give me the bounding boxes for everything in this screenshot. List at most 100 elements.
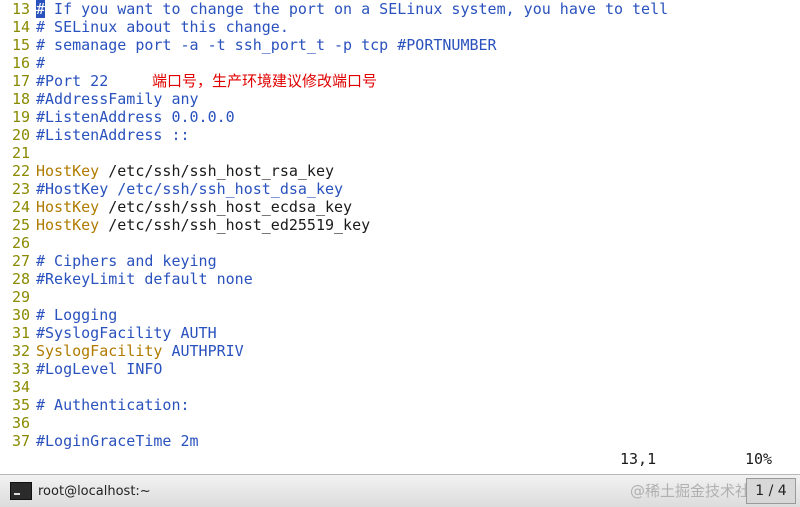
line-number: 24 (11, 198, 30, 216)
editor-line[interactable]: 35 # Authentication: (0, 396, 190, 414)
line-content: #RekeyLimit default none (36, 270, 253, 288)
line-number: 15 (11, 36, 30, 54)
taskbar-terminal-button[interactable]: root@localhost:~ (4, 479, 161, 503)
code-token: #AddressFamily any (36, 90, 199, 108)
vim-editor[interactable]: 13 # If you want to change the port on a … (0, 0, 800, 474)
line-content: #Port 22 (36, 72, 108, 90)
code-token: HostKey (36, 216, 100, 234)
line-content: #ListenAddress 0.0.0.0 (36, 108, 235, 126)
line-content: HostKey /etc/ssh/ssh_host_rsa_key (36, 162, 334, 180)
code-token: # semanage port -a -t ssh_port_t -p tcp … (36, 36, 497, 54)
editor-line[interactable]: 16 # (0, 54, 45, 72)
code-token: HostKey (36, 198, 100, 216)
editor-line[interactable]: 14 # SELinux about this change. (0, 18, 289, 36)
line-number: 14 (11, 18, 30, 36)
line-number: 28 (11, 270, 30, 288)
code-token: /etc/ssh/ssh_host_rsa_key (99, 162, 335, 180)
editor-line[interactable]: 31 #SyslogFacility AUTH (0, 324, 217, 342)
code-token: #ListenAddress :: (36, 126, 190, 144)
line-content: # Logging (36, 306, 117, 324)
line-number: 16 (11, 54, 30, 72)
line-number: 19 (11, 108, 30, 126)
code-token: HostKey (36, 162, 100, 180)
line-number: 33 (11, 360, 30, 378)
code-token: # SELinux about this change. (36, 18, 289, 36)
taskbar: root@localhost:~ @稀土掘金技术社区 1 / 4 (0, 474, 800, 507)
code-token: #RekeyLimit default none (36, 270, 253, 288)
editor-line[interactable]: 36 (0, 414, 36, 432)
editor-line[interactable]: 22 HostKey /etc/ssh/ssh_host_rsa_key (0, 162, 334, 180)
code-token: # Logging (36, 306, 118, 324)
code-token: # (36, 54, 46, 72)
editor-line[interactable]: 26 (0, 234, 36, 252)
line-number: 21 (11, 144, 30, 162)
line-number: 30 (11, 306, 30, 324)
line-content: HostKey /etc/ssh/ssh_host_ecdsa_key (36, 198, 352, 216)
line-number: 34 (11, 378, 30, 396)
line-number: 27 (11, 252, 30, 270)
line-number: 23 (11, 180, 30, 198)
editor-line[interactable]: 20 #ListenAddress :: (0, 126, 190, 144)
line-number: 25 (11, 216, 30, 234)
line-number: 35 (11, 396, 30, 414)
line-number: 17 (11, 72, 30, 90)
line-content: # SELinux about this change. (36, 18, 289, 36)
line-number: 29 (11, 288, 30, 306)
editor-line[interactable]: 17 #Port 22 (0, 72, 108, 90)
text-cursor: # (36, 0, 46, 18)
editor-line[interactable]: 13 # If you want to change the port on a … (0, 0, 668, 18)
line-number: 18 (11, 90, 30, 108)
code-token: #HostKey /etc/ssh/ssh_host_dsa_key (36, 180, 344, 198)
line-content: #LogLevel INFO (36, 360, 162, 378)
code-token: #Port 22 (36, 72, 109, 90)
line-content: SyslogFacility AUTHPRIV (36, 342, 244, 360)
line-content: #ListenAddress :: (36, 126, 190, 144)
code-token: SyslogFacility (36, 342, 163, 360)
port-annotation: 端口号，生产环境建议修改端口号 (152, 72, 378, 90)
editor-line[interactable]: 24 HostKey /etc/ssh/ssh_host_ecdsa_key (0, 198, 352, 216)
workspace-pager[interactable]: 1 / 4 (746, 478, 796, 504)
watermark: @稀土掘金技术社区 (630, 482, 766, 500)
line-content: #SyslogFacility AUTH (36, 324, 217, 342)
code-token: AUTHPRIV (162, 342, 244, 360)
code-token: # Ciphers and keying (36, 252, 217, 270)
vim-status-line: 13,1 10% (0, 448, 800, 470)
editor-line[interactable]: 32 SyslogFacility AUTHPRIV (0, 342, 244, 360)
editor-line[interactable]: 29 (0, 288, 36, 306)
code-token: # Authentication: (36, 396, 190, 414)
editor-line[interactable]: 30 # Logging (0, 306, 117, 324)
editor-line[interactable]: 27 # Ciphers and keying (0, 252, 217, 270)
code-token: #LogLevel INFO (36, 360, 163, 378)
editor-line[interactable]: 19 #ListenAddress 0.0.0.0 (0, 108, 235, 126)
editor-line[interactable]: 15 # semanage port -a -t ssh_port_t -p tc… (0, 36, 497, 54)
line-content: # semanage port -a -t ssh_port_t -p tcp … (36, 36, 497, 54)
code-token: #ListenAddress 0.0.0.0 (36, 108, 235, 126)
editor-line[interactable]: 23 #HostKey /etc/ssh/ssh_host_dsa_key (0, 180, 343, 198)
line-number: 22 (11, 162, 30, 180)
line-content: # Authentication: (36, 396, 190, 414)
editor-line[interactable]: 34 (0, 378, 36, 396)
editor-line[interactable]: 25 HostKey /etc/ssh/ssh_host_ed25519_key (0, 216, 370, 234)
editor-line[interactable]: 28 #RekeyLimit default none (0, 270, 253, 288)
code-token: #SyslogFacility AUTH (36, 324, 217, 342)
line-number: 32 (11, 342, 30, 360)
line-number: 26 (11, 234, 30, 252)
line-number: 13 (11, 0, 30, 18)
editor-line[interactable]: 21 (0, 144, 36, 162)
editor-line[interactable]: 18 #AddressFamily any (0, 90, 199, 108)
taskbar-terminal-label: root@localhost:~ (38, 483, 151, 499)
line-number: 31 (11, 324, 30, 342)
scroll-percent: 10% (745, 450, 773, 468)
cursor-position: 13,1 (620, 450, 657, 468)
line-number: 36 (11, 414, 30, 432)
line-content: # (36, 54, 45, 72)
line-content: # If you want to change the port on a SE… (36, 0, 668, 18)
line-content: # Ciphers and keying (36, 252, 217, 270)
line-content: #AddressFamily any (36, 90, 199, 108)
line-number: 20 (11, 126, 30, 144)
terminal-icon (10, 482, 32, 500)
line-content: HostKey /etc/ssh/ssh_host_ed25519_key (36, 216, 370, 234)
code-token: /etc/ssh/ssh_host_ecdsa_key (99, 198, 353, 216)
code-token: /etc/ssh/ssh_host_ed25519_key (99, 216, 371, 234)
editor-line[interactable]: 33 #LogLevel INFO (0, 360, 163, 378)
